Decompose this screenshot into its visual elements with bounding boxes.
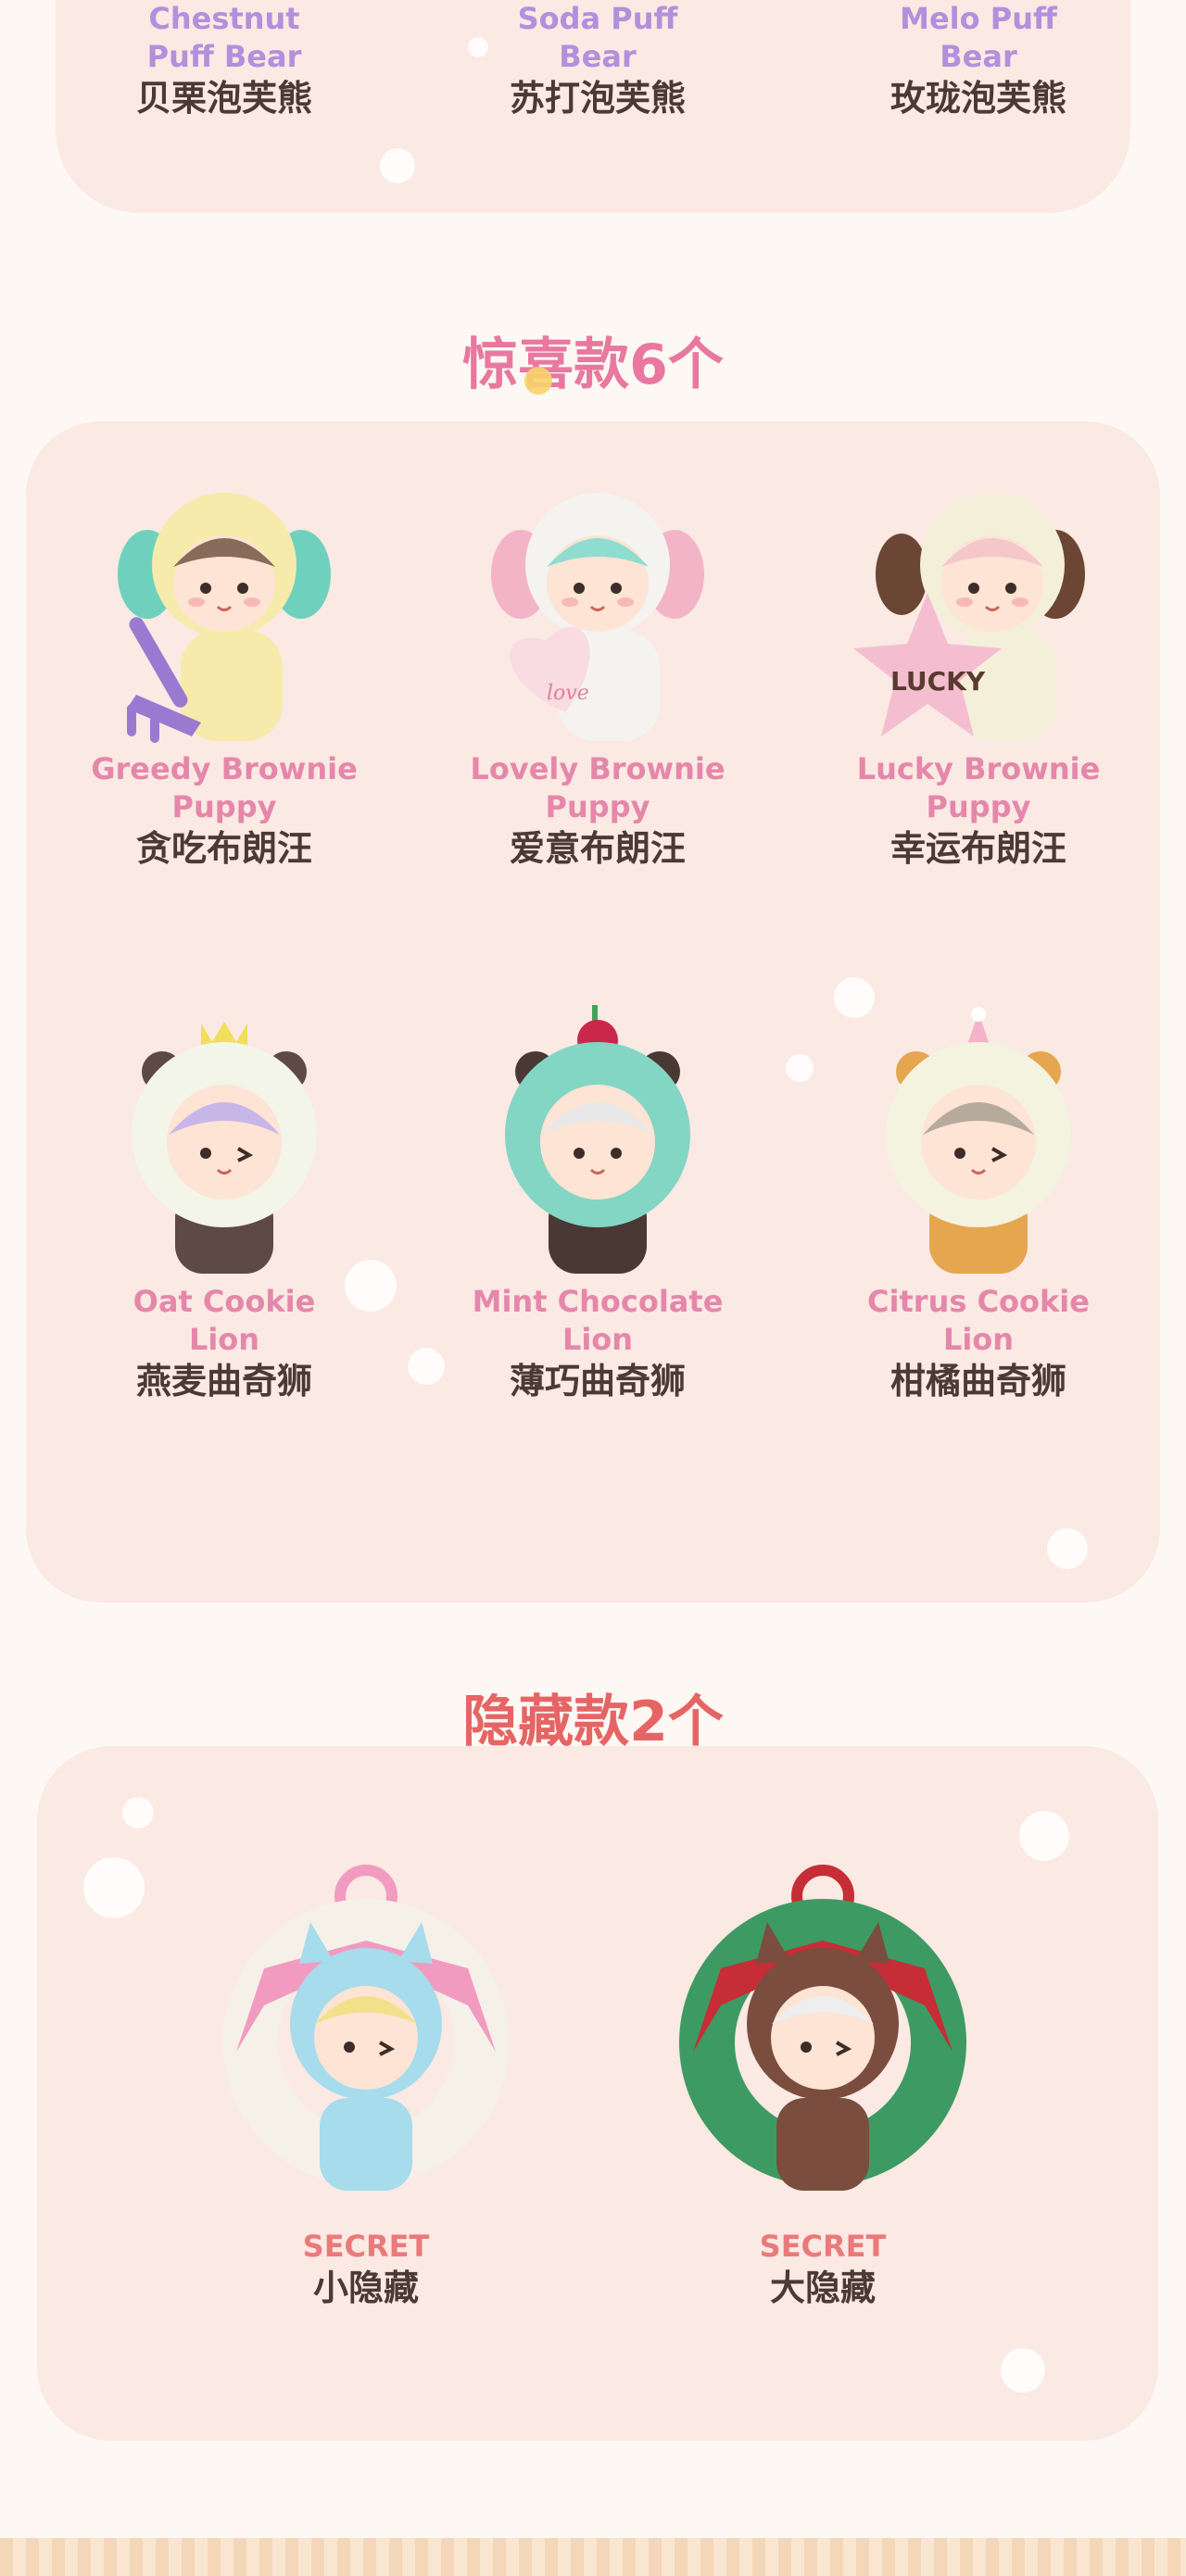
top-item-chestnut[interactable]: Chestnut Puff Bear 贝栗泡芙熊 <box>48 0 400 120</box>
lion-figure-icon <box>99 1005 349 1283</box>
item-name-cn: 玫珑泡芙熊 <box>890 78 1066 119</box>
decor-dot <box>524 367 552 395</box>
item-name-cn: 贝栗泡芙熊 <box>135 78 312 119</box>
item-name-en: Lovely Brownie Puppy <box>470 751 725 824</box>
item-name-cn: 大隐藏 <box>769 2268 876 2308</box>
surprise-item-lucky[interactable]: LUCKY Lucky Brownie Puppy 幸运布朗汪 <box>802 472 1154 871</box>
decor-dot <box>380 148 415 183</box>
item-name-cn: 爱意布朗汪 <box>509 828 686 869</box>
svg-text:LUCKY: LUCKY <box>890 666 986 697</box>
surprise-item-greedy[interactable]: Greedy Brownie Puppy 贪吃布朗汪 <box>48 472 400 871</box>
item-name-en: Soda Puff Bear <box>517 1 678 74</box>
item-name-en: Citrus Cookie Lion <box>867 1284 1090 1357</box>
item-name-en: Melo Puff Bear <box>900 1 1057 74</box>
item-name-cn: 幸运布朗汪 <box>890 828 1066 869</box>
item-name-en: SECRET <box>759 2229 887 2264</box>
top-item-soda[interactable]: Soda Puff Bear 苏打泡芙熊 <box>422 0 774 120</box>
item-name-en: Lucky Brownie Puppy <box>856 751 1101 824</box>
surprise-item-citrus[interactable]: Citrus Cookie Lion 柑橘曲奇狮 <box>802 1005 1154 1403</box>
secret-item-small[interactable]: SECRET 小隐藏 <box>190 1857 542 2310</box>
decor-dot <box>1019 1811 1069 1861</box>
lion-figure-icon <box>473 1005 723 1283</box>
decor-dot <box>1047 1528 1088 1569</box>
item-name-en: Greedy Brownie Puppy <box>91 751 358 824</box>
item-name-en: Chestnut Puff Bear <box>146 1 302 74</box>
wreath-figure-icon <box>656 1857 990 2228</box>
item-name-cn: 薄巧曲奇狮 <box>509 1361 686 1401</box>
item-name-cn: 燕麦曲奇狮 <box>135 1361 312 1401</box>
footer-band <box>0 2538 1186 2576</box>
decor-dot <box>83 1857 145 1918</box>
puppy-figure-icon: LUCKY <box>853 472 1104 750</box>
surprise-item-oat[interactable]: Oat Cookie Lion 燕麦曲奇狮 <box>48 1005 400 1403</box>
lion-figure-icon <box>853 1005 1104 1283</box>
secret-item-big[interactable]: SECRET 大隐藏 <box>647 1857 999 2310</box>
item-name-en: SECRET <box>302 2229 430 2264</box>
section-title-secret: 隐藏款2个 <box>462 1690 724 1754</box>
item-name-cn: 苏打泡芙熊 <box>509 78 686 119</box>
top-item-melo[interactable]: Melo Puff Bear 玫珑泡芙熊 <box>802 0 1154 120</box>
svg-text:love: love <box>547 682 589 705</box>
item-name-cn: 贪吃布朗汪 <box>135 828 312 869</box>
decor-dot <box>122 1797 154 1828</box>
puppy-figure-icon <box>99 472 349 750</box>
wreath-figure-icon <box>199 1857 533 2228</box>
item-name-en: Mint Chocolate Lion <box>472 1284 724 1357</box>
puppy-figure-icon: love <box>473 472 723 750</box>
item-name-en: Oat Cookie Lion <box>132 1284 316 1357</box>
section-title-surprise: 惊喜款6个 <box>462 333 724 397</box>
surprise-item-mint[interactable]: Mint Chocolate Lion 薄巧曲奇狮 <box>422 1005 774 1403</box>
decor-dot <box>1001 2348 1045 2393</box>
item-name-cn: 小隐藏 <box>312 2268 419 2308</box>
surprise-item-lovely[interactable]: love Lovely Brownie Puppy 爱意布朗汪 <box>422 472 774 871</box>
item-name-cn: 柑橘曲奇狮 <box>890 1361 1066 1401</box>
